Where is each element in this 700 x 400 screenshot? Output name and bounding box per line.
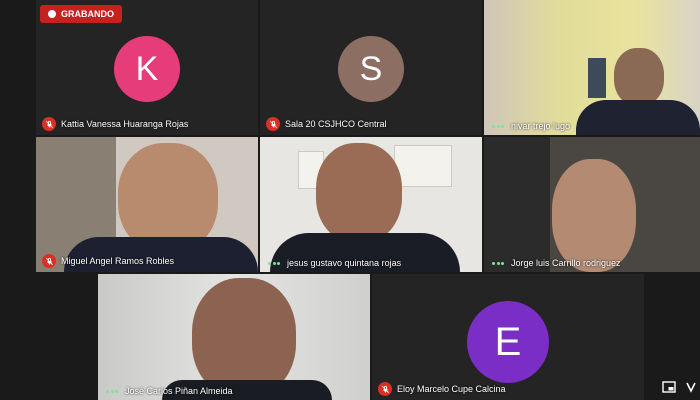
video-feed — [588, 58, 606, 98]
mic-off-icon — [266, 117, 280, 131]
video-feed — [576, 100, 700, 135]
participant-tile[interactable]: José Carlos Piñan Almeida — [98, 274, 370, 400]
participant-name-tag: José Carlos Piñan Almeida — [104, 386, 233, 396]
participant-name: jesus gustavo quintana rojas — [287, 258, 402, 268]
audio-dots-icon — [490, 124, 506, 128]
participant-name: Eloy Marcelo Cupe Calcina — [397, 384, 506, 394]
participant-name: Kattia Vanessa Huaranga Rojas — [61, 119, 189, 129]
record-dot-icon — [48, 10, 56, 18]
participant-name: Jorge luis Carrillo rodriguez — [511, 258, 621, 268]
participant-tile[interactable]: jesus gustavo quintana rojas — [260, 137, 482, 272]
participant-name-tag: Jorge luis Carrillo rodriguez — [490, 258, 621, 268]
audio-dots-icon — [104, 389, 120, 393]
audio-dots-icon — [266, 261, 282, 265]
participant-tile[interactable]: Jorge luis Carrillo rodriguez — [484, 137, 700, 272]
participant-name-tag: Miguel Angel Ramos Robles — [42, 254, 174, 268]
participant-tile[interactable]: E Eloy Marcelo Cupe Calcina — [372, 274, 644, 400]
participant-name: Sala 20 CSJHCO Central — [285, 119, 387, 129]
video-feed — [552, 159, 636, 272]
recording-label: GRABANDO — [61, 9, 114, 19]
video-feed — [614, 48, 664, 106]
participant-name-tag: Kattia Vanessa Huaranga Rojas — [42, 117, 188, 131]
picture-in-picture-icon[interactable] — [662, 380, 676, 394]
participant-tile[interactable]: nivar trejo lugo — [484, 0, 700, 135]
participant-name-tag: nivar trejo lugo — [490, 121, 570, 131]
mic-off-icon — [378, 382, 392, 396]
avatar: K — [114, 36, 180, 102]
video-feed — [316, 143, 402, 243]
avatar: S — [338, 36, 404, 102]
video-feed — [394, 145, 452, 187]
participant-name-tag: Sala 20 CSJHCO Central — [266, 117, 387, 131]
participant-tile[interactable]: Miguel Angel Ramos Robles — [36, 137, 258, 272]
participant-name: José Carlos Piñan Almeida — [125, 386, 233, 396]
participant-name: Miguel Angel Ramos Robles — [61, 256, 175, 266]
participant-name-tag: Eloy Marcelo Cupe Calcina — [378, 382, 506, 396]
avatar: E — [467, 301, 549, 383]
participant-name: nivar trejo lugo — [511, 121, 571, 131]
participant-tile[interactable]: S Sala 20 CSJHCO Central — [260, 0, 482, 135]
more-options-icon[interactable] — [684, 380, 698, 394]
mic-off-icon — [42, 117, 56, 131]
mic-off-icon — [42, 254, 56, 268]
recording-badge: GRABANDO — [40, 5, 122, 23]
participant-name-tag: jesus gustavo quintana rojas — [266, 258, 401, 268]
audio-dots-icon — [490, 261, 506, 265]
